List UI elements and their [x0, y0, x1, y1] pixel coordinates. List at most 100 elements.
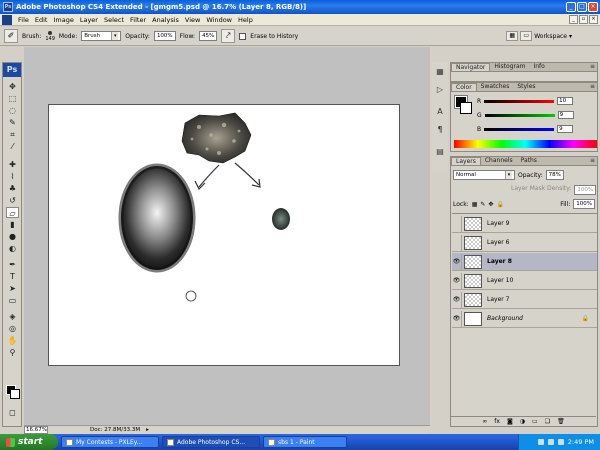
menu-view[interactable]: View — [182, 16, 203, 24]
crop-tool-icon[interactable]: ⌗ — [6, 129, 19, 140]
security-icon[interactable] — [557, 439, 564, 445]
lasso-tool-icon[interactable]: ◌ — [6, 105, 19, 116]
layer-row[interactable]: 👁 Layer 7 — [452, 291, 597, 309]
menu-window[interactable]: Window — [203, 16, 235, 24]
menu-help[interactable]: Help — [235, 16, 256, 24]
doc-minimize-icon[interactable]: _ — [569, 15, 578, 24]
panel-menu-icon[interactable]: ≡ — [590, 83, 595, 90]
menu-select[interactable]: Select — [101, 16, 127, 24]
start-button[interactable]: start — [0, 434, 58, 450]
doc-restore-icon[interactable]: ▫ — [579, 15, 588, 24]
bridge-icon[interactable]: ▦ — [506, 31, 519, 41]
actions-panel-icon[interactable]: ▷ — [434, 84, 446, 96]
lock-image-icon[interactable]: ✎ — [480, 201, 485, 208]
minimize-icon[interactable]: _ — [566, 2, 576, 12]
layer-row[interactable]: Layer 6 — [452, 234, 597, 252]
eraser-tool-preset-icon[interactable]: ✐ — [4, 29, 18, 43]
layer-row[interactable]: 👁 Layer 10 — [452, 272, 597, 290]
blur-tool-icon[interactable]: ● — [6, 231, 19, 242]
red-input[interactable]: 10 — [557, 97, 574, 105]
close-icon[interactable]: × — [588, 2, 598, 12]
maximize-icon[interactable]: □ — [577, 2, 587, 12]
delete-layer-icon[interactable]: 🗑 — [557, 418, 565, 425]
layer-row[interactable]: 👁 Background 🔒 — [452, 310, 597, 328]
eye-icon[interactable]: 👁 — [452, 291, 462, 308]
new-group-icon[interactable]: ▭ — [532, 418, 538, 425]
blend-mode-select[interactable]: Normal ▾ — [453, 170, 515, 180]
screen-mode-icon[interactable]: ▭ — [520, 31, 533, 41]
erase-history-checkbox[interactable] — [239, 32, 247, 40]
airbrush-icon[interactable]: ⤤ — [221, 29, 236, 43]
quick-select-tool-icon[interactable]: ✎ — [6, 117, 19, 128]
3d-rotate-tool-icon[interactable]: ◈ — [6, 311, 19, 322]
character-panel-icon[interactable]: A — [434, 106, 446, 118]
3d-orbit-tool-icon[interactable]: ◎ — [6, 323, 19, 334]
fill-input[interactable]: 100% — [573, 199, 595, 209]
brush-tool-icon[interactable]: ⌇ — [6, 171, 19, 182]
hand-tool-icon[interactable]: ✋ — [6, 335, 19, 346]
color-spectrum-bar[interactable] — [454, 140, 597, 148]
mask-density-input[interactable]: 100% — [574, 185, 597, 195]
tab-paths[interactable]: Paths — [517, 157, 541, 165]
background-color-swatch[interactable] — [10, 389, 20, 399]
visibility-toggle[interactable] — [452, 215, 462, 232]
tab-styles[interactable]: Styles — [513, 83, 539, 91]
menu-edit[interactable]: Edit — [32, 16, 51, 24]
taskbar-item[interactable]: My Contests - PXLEy... — [61, 436, 159, 448]
layer-mask-icon[interactable]: ◙ — [507, 418, 513, 425]
tab-info[interactable]: Info — [529, 63, 548, 71]
marquee-tool-icon[interactable]: ⬚ — [6, 93, 19, 104]
workspace-switcher[interactable]: ▦ ▭ Workspace ▾ — [506, 31, 572, 41]
canvas-workarea[interactable] — [24, 47, 430, 427]
healing-brush-tool-icon[interactable]: ✚ — [6, 159, 19, 170]
background-color-large[interactable] — [460, 102, 472, 114]
green-slider[interactable] — [484, 113, 555, 117]
gradient-tool-icon[interactable]: ▮ — [6, 219, 19, 230]
volume-icon[interactable] — [547, 439, 554, 445]
clone-stamp-tool-icon[interactable]: ♣ — [6, 183, 19, 194]
adjustment-layer-icon[interactable]: ◑ — [520, 418, 525, 425]
pen-tool-icon[interactable]: ✒ — [6, 259, 19, 270]
mode-select[interactable]: Brush ▾ — [81, 31, 122, 41]
dodge-tool-icon[interactable]: ◐ — [6, 243, 19, 254]
history-panel-icon[interactable]: ▦ — [434, 66, 446, 78]
network-icon[interactable] — [537, 439, 544, 445]
tab-histogram[interactable]: Histogram — [490, 63, 529, 71]
blue-input[interactable]: 9 — [557, 125, 574, 133]
taskbar-item[interactable]: sbs 1 - Paint — [263, 436, 347, 448]
type-tool-icon[interactable]: T — [6, 271, 19, 282]
green-input[interactable]: 9 — [557, 111, 574, 119]
flow-input[interactable]: 45% — [199, 31, 218, 41]
layer-style-icon[interactable]: fx — [494, 418, 500, 425]
adjustments-panel-icon[interactable]: ▤ — [434, 146, 446, 158]
menu-image[interactable]: Image — [50, 16, 76, 24]
opacity-input[interactable]: 100% — [153, 31, 176, 41]
history-brush-tool-icon[interactable]: ↺ — [6, 195, 19, 206]
zoom-input[interactable]: 16.67% — [24, 426, 48, 434]
layer-row-selected[interactable]: 👁 Layer 8 — [452, 253, 597, 271]
quick-mask-icon[interactable]: ◻ — [6, 407, 19, 418]
menu-filter[interactable]: Filter — [127, 16, 149, 24]
lock-position-icon[interactable]: ✥ — [488, 201, 493, 208]
lock-transparent-icon[interactable]: ▦ — [472, 201, 478, 208]
menu-file[interactable]: File — [15, 16, 32, 24]
eye-icon[interactable]: 👁 — [452, 310, 462, 327]
tab-channels[interactable]: Channels — [481, 157, 517, 165]
eye-icon[interactable]: 👁 — [452, 253, 462, 270]
menu-analysis[interactable]: Analysis — [149, 16, 182, 24]
document-canvas[interactable] — [48, 104, 400, 366]
document-icon[interactable] — [2, 14, 12, 25]
path-selection-tool-icon[interactable]: ➤ — [6, 283, 19, 294]
link-layers-icon[interactable]: ∞ — [482, 418, 487, 425]
shape-tool-icon[interactable]: ▭ — [6, 295, 19, 306]
new-layer-icon[interactable]: ❏ — [545, 418, 550, 425]
layer-row[interactable]: Layer 9 — [452, 215, 597, 233]
paragraph-panel-icon[interactable]: ¶ — [434, 124, 446, 136]
tab-layers[interactable]: Layers — [451, 157, 481, 165]
panel-menu-icon[interactable]: ≡ — [590, 63, 595, 70]
brush-picker[interactable]: 149 — [45, 30, 55, 42]
eye-icon[interactable]: 👁 — [452, 272, 462, 289]
chevron-right-icon[interactable]: ▸ — [146, 427, 149, 433]
menu-layer[interactable]: Layer — [77, 16, 101, 24]
zoom-tool-icon[interactable]: ⚲ — [6, 347, 19, 358]
